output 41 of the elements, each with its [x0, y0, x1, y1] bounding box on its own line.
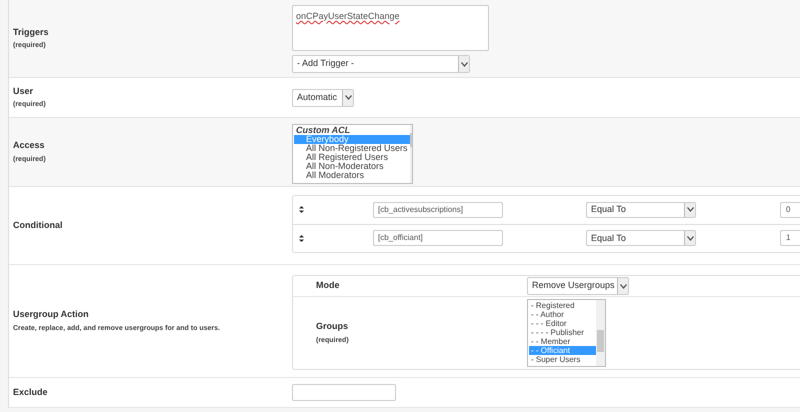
access-listbox[interactable]: Custom ACL Everybody All Non-Registered Users All Registered Users All Non-Moderators All Moderators — [292, 124, 413, 184]
list-option[interactable]: - Super Users — [529, 355, 596, 364]
field-label: Mode — [315, 279, 340, 292]
textarea-field[interactable]: onCPayUserStateChange — [292, 5, 489, 51]
textarea-text: onCPayUserStateChange — [296, 11, 400, 21]
groups-listbox[interactable]: - Registered - - Author - - - Editor - - - - Publisher - - Member - - Officiant - Super Users — [527, 299, 606, 367]
list-option[interactable]: All Non-Registered Users — [294, 144, 410, 153]
text-field[interactable]: [cb_officiant] — [373, 230, 503, 246]
caret-icon — [460, 62, 468, 66]
caret-icon — [686, 207, 694, 212]
caret-icon — [686, 236, 694, 241]
trigger-select[interactable]: - Add Trigger - — [292, 55, 470, 73]
caret-icon — [344, 95, 352, 100]
list-option[interactable]: All Moderators — [294, 171, 410, 180]
drag-handle-icon[interactable] — [299, 206, 304, 214]
drag-handle-icon[interactable] — [299, 234, 304, 242]
operator-select[interactable]: Equal To — [586, 202, 696, 218]
mode-select[interactable]: Remove Usergroups — [527, 277, 629, 295]
field-label: Exclude — [13, 386, 49, 399]
list-option[interactable]: All Registered Users — [294, 153, 410, 162]
operator-select[interactable]: Equal To — [586, 230, 696, 246]
user-select[interactable]: Automatic — [292, 88, 354, 106]
scrollbar[interactable] — [596, 300, 605, 366]
field-label: User — [13, 84, 34, 98]
exclude-field[interactable] — [292, 384, 396, 401]
caret-icon — [620, 284, 626, 288]
value-field[interactable]: 1 — [780, 230, 800, 246]
list-option[interactable]: All Non-Moderators — [294, 162, 410, 171]
list-option[interactable]: - - - Editor — [529, 319, 596, 328]
list-option[interactable]: - - - - Publisher — [529, 328, 596, 337]
text-field[interactable]: [cb_activesubscriptions] — [373, 202, 503, 218]
field-label: Conditional — [13, 218, 64, 232]
list-option[interactable]: - - Author — [529, 310, 596, 319]
field-label: Triggers — [13, 26, 50, 39]
list-option[interactable]: - - Member — [529, 337, 596, 346]
value-field[interactable]: 0 — [780, 202, 800, 218]
field-label: Usergroup Action — [13, 308, 90, 321]
list-option[interactable]: Custom ACL — [294, 126, 410, 135]
field-label: Groups — [316, 320, 350, 333]
field-label: Access — [13, 139, 46, 152]
list-option[interactable]: - Registered — [529, 301, 596, 310]
